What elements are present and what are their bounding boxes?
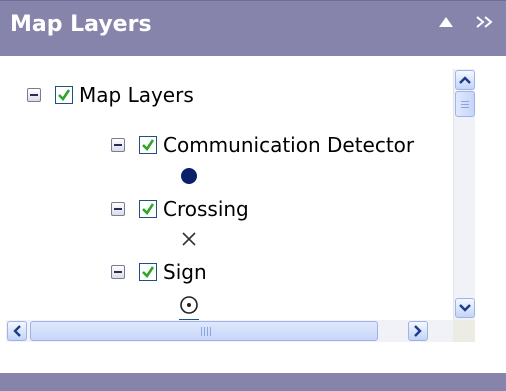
layer-tree: Map Layers Communication Detector Crossi…: [6, 69, 453, 320]
chevron-up-icon: [459, 76, 471, 84]
filled-circle-icon: [181, 168, 197, 184]
scrollbar-corner: [453, 320, 475, 342]
check-icon: [58, 89, 71, 102]
double-chevron-right-icon: [476, 16, 493, 28]
panel-header: Map Layers: [0, 0, 506, 56]
tree-node-layer: Communication Detector: [111, 133, 414, 157]
circle-dot-icon: [180, 296, 198, 314]
vertical-scroll-thumb[interactable]: [455, 91, 475, 117]
checkbox-layer[interactable]: [139, 136, 157, 154]
horizontal-scrollbar[interactable]: [6, 320, 453, 342]
vertical-scrollbar[interactable]: [453, 69, 475, 320]
check-icon: [142, 139, 155, 152]
tree-node-root: Map Layers: [27, 83, 194, 107]
tree-label-root: Map Layers: [79, 83, 194, 107]
checkbox-layer[interactable]: [139, 200, 157, 218]
triangle-up-icon: [439, 17, 453, 27]
checkbox-layer[interactable]: [139, 263, 157, 281]
panel-title: Map Layers: [10, 12, 152, 37]
scroll-down-button[interactable]: [455, 298, 475, 318]
collapse-toggle-layer[interactable]: [111, 202, 125, 216]
horizontal-scroll-thumb[interactable]: [30, 321, 378, 341]
expand-panel-button[interactable]: [474, 15, 496, 29]
header-buttons: [438, 15, 496, 29]
panel-footer-bar: [0, 373, 506, 391]
scroll-up-button[interactable]: [455, 70, 475, 90]
collapse-toggle-layer[interactable]: [111, 265, 125, 279]
check-icon: [142, 203, 155, 216]
chevron-left-icon: [13, 325, 21, 337]
collapse-toggle-root[interactable]: [27, 88, 41, 102]
chevron-down-icon: [459, 304, 471, 312]
tree-label-layer: Sign: [163, 260, 207, 284]
checkbox-root[interactable]: [55, 86, 73, 104]
collapse-panel-button[interactable]: [438, 16, 454, 28]
collapse-toggle-layer[interactable]: [111, 138, 125, 152]
scroll-left-button[interactable]: [7, 321, 27, 341]
tree-node-layer: Crossing: [111, 197, 249, 221]
map-layers-panel: Map Layers Map Layers Communication Dete…: [0, 0, 506, 391]
panel-content: Map Layers Communication Detector Crossi…: [0, 56, 506, 373]
scroll-right-button[interactable]: [408, 321, 428, 341]
chevron-right-icon: [414, 325, 422, 337]
tree-label-layer: Communication Detector: [163, 133, 415, 157]
tree-label-layer: Crossing: [163, 197, 249, 221]
tree-node-layer: Sign: [111, 260, 207, 284]
check-icon: [142, 266, 155, 279]
x-mark-icon: [182, 232, 196, 246]
